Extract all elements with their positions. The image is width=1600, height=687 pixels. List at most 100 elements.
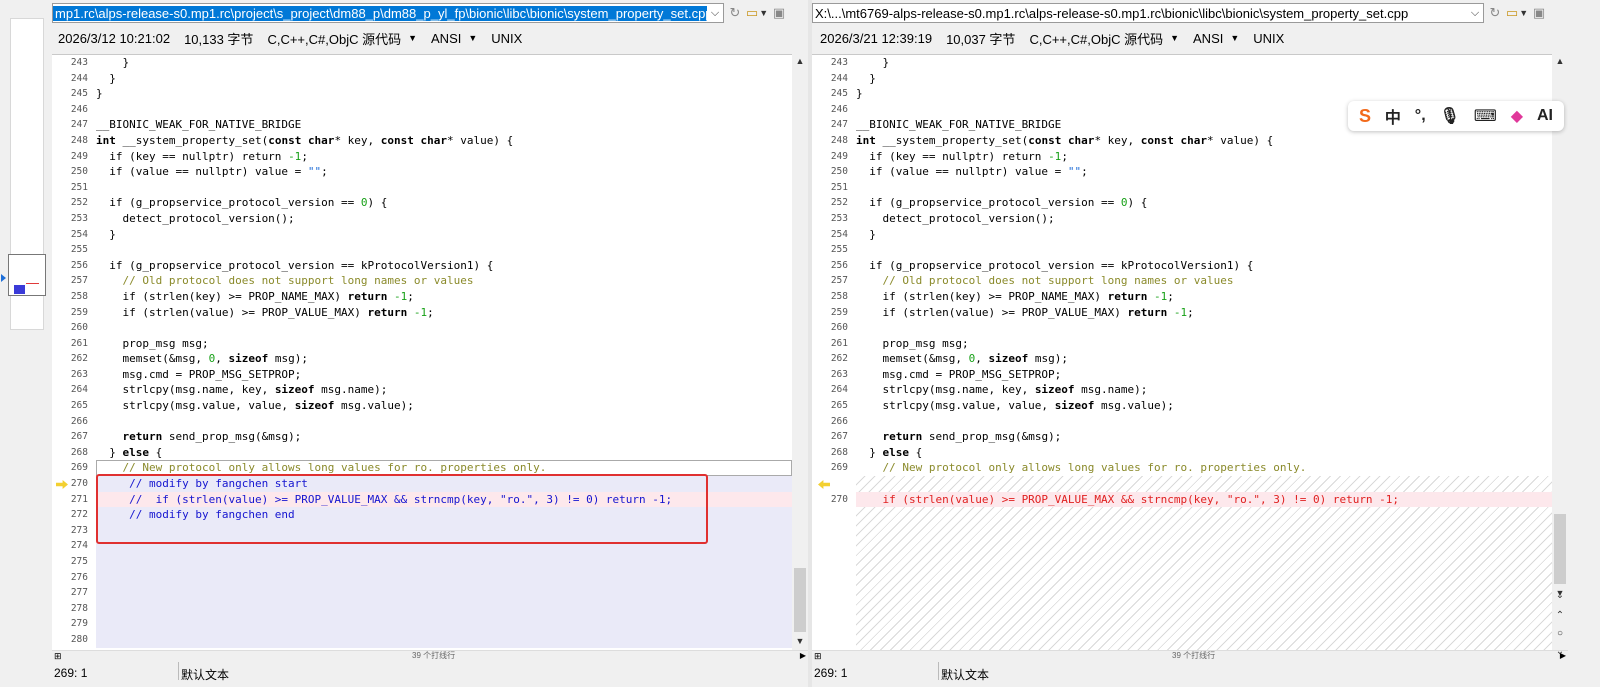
code-line: 244 }	[830, 71, 876, 85]
keyboard-icon[interactable]: ⌨	[1474, 106, 1497, 126]
code-line-current: 269 // New protocol only allows long val…	[71, 460, 792, 477]
chevron-down-icon[interactable]: ⌵	[1467, 7, 1483, 20]
code-line: 263 msg.cmd = PROP_MSG_SETPROP;	[830, 367, 1062, 381]
code-line: 261 prop_msg msg;	[70, 336, 209, 350]
code-line: 250 if (value == nullptr) value = "";	[70, 165, 328, 179]
right-path-bar: X:\...\mt6769-alps-release-s0.mp1.rc\alp…	[812, 2, 1550, 24]
right-horizontal-scrollbar[interactable]: ⊞ 39 个打线行 ▶	[812, 650, 1568, 661]
open-folder-icon[interactable]: ▭ ▼	[746, 3, 768, 23]
code-line: 259 if (strlen(value) >= PROP_VALUE_MAX)…	[830, 305, 1194, 319]
code-line: 245}	[70, 87, 103, 101]
save-icon[interactable]: ▣	[1528, 3, 1550, 23]
right-code-area[interactable]: 243 } 244 } 245} 246 247 __BIONIC_WEAK_FO…	[830, 55, 1552, 651]
left-horizontal-scrollbar[interactable]: ⊞ 39 个打线行 ▶	[52, 650, 808, 661]
overview-map[interactable]	[8, 18, 46, 330]
left-vertical-scrollbar[interactable]: ▲ ▼	[792, 54, 808, 650]
code-line: 259 if (strlen(value) >= PROP_VALUE_MAX)…	[70, 305, 434, 319]
scroll-down-icon[interactable]: ▼	[792, 636, 808, 646]
right-file-size: 10,037 字节	[946, 31, 1016, 47]
sogou-logo-icon[interactable]: S	[1359, 106, 1371, 127]
code-line: 252 if (g_propservice_protocol_version =…	[830, 196, 1148, 210]
code-line: 248 int __system_property_set(const char*…	[70, 133, 514, 147]
code-line: 264 strlcpy(msg.name, key, sizeof msg.na…	[830, 383, 1148, 397]
code-line: 269 // New protocol only allows long val…	[830, 461, 1307, 475]
code-line: 253 detect_protocol_version();	[70, 211, 295, 225]
chevron-down-icon[interactable]: ▼	[408, 33, 417, 43]
right-line-count-label: 39 个打线行	[1172, 651, 1216, 660]
right-file-date: 2026/3/21 12:39:19	[820, 30, 933, 46]
refresh-icon[interactable]: ↻	[1484, 3, 1506, 23]
code-line-diff-added: 270 // modify by fangchen start	[71, 476, 792, 492]
left-text-mode: 默认文本	[181, 668, 230, 682]
code-line: 262 memset(&msg, 0, sizeof msg);	[70, 352, 308, 366]
left-code-editor[interactable]: 243 } 244 } 245} 246 247 __BIONIC_WEAK_FO…	[52, 54, 792, 651]
skin-icon[interactable]: ◆	[1511, 106, 1523, 126]
ai-icon[interactable]: AI	[1537, 107, 1553, 125]
code-line: 262 memset(&msg, 0, sizeof msg);	[830, 352, 1068, 366]
overview-position-icon	[1, 274, 6, 282]
scroll-up-icon[interactable]: ▲	[792, 56, 808, 66]
code-line-diff-added: 274	[71, 538, 792, 554]
code-line: 267 return send_prop_msg(&msg);	[830, 430, 1062, 444]
chevron-down-icon[interactable]: ⌵	[707, 7, 723, 20]
microphone-icon[interactable]: 🎙	[1440, 106, 1460, 126]
save-icon[interactable]: ▣	[768, 3, 790, 23]
code-line: 250 if (value == nullptr) value = "";	[830, 165, 1088, 179]
code-line-diff-added: 273	[71, 522, 792, 539]
code-line: 251	[70, 181, 88, 193]
left-encoding-select[interactable]: ANSI	[431, 31, 461, 46]
left-pane: mp1.rc\alps-release-s0.mp1.rc\project\s_…	[52, 0, 808, 687]
left-path-bar: mp1.rc\alps-release-s0.mp1.rc\project\s_…	[52, 2, 790, 24]
code-line: 243 }	[830, 56, 890, 69]
code-line-diff-changed: 270 if (strlen(value) >= PROP_VALUE_MAX …	[831, 491, 1552, 508]
refresh-icon[interactable]: ↻	[724, 3, 746, 23]
scroll-thumb[interactable]	[794, 568, 806, 632]
code-line: 244 }	[70, 71, 116, 85]
code-line: 267 return send_prop_msg(&msg);	[70, 430, 302, 444]
code-line: 265 strlcpy(msg.value, value, sizeof msg…	[830, 399, 1174, 413]
right-path-input[interactable]: X:\...\mt6769-alps-release-s0.mp1.rc\alp…	[812, 3, 1484, 23]
overview-change-marker	[26, 283, 39, 284]
code-line-diff-added: 279	[71, 616, 792, 632]
left-language-select[interactable]: C,C++,C#,ObjC 源代码	[267, 29, 401, 48]
code-line: 247 __BIONIC_WEAK_FOR_NATIVE_BRIDGE	[70, 118, 302, 132]
code-line-diff-added: 277	[71, 585, 792, 601]
right-info-bar: 2026/3/21 12:39:19 10,037 字节 C,C++,C#,Ob…	[812, 28, 1284, 48]
code-line: 264 strlcpy(msg.name, key, sizeof msg.na…	[70, 383, 388, 397]
right-code-editor[interactable]: 243 } 244 } 245} 246 247 __BIONIC_WEAK_FO…	[812, 54, 1552, 651]
code-line: 257 // Old protocol does not support lon…	[830, 274, 1234, 288]
code-line: 256 if (g_propservice_protocol_version =…	[70, 258, 494, 272]
diff-overview[interactable]	[0, 0, 52, 687]
code-line: 258 if (strlen(key) >= PROP_NAME_MAX) re…	[70, 289, 414, 303]
left-path-input[interactable]: mp1.rc\alps-release-s0.mp1.rc\project\s_…	[52, 3, 724, 23]
left-eol-label[interactable]: UNIX	[491, 31, 522, 46]
overview-viewport-lens[interactable]	[8, 254, 46, 296]
code-line: 248 int __system_property_set(const char*…	[830, 133, 1274, 147]
code-line: 257 // Old protocol does not support lon…	[70, 274, 474, 288]
right-eol-label[interactable]: UNIX	[1253, 31, 1284, 46]
diff-missing-region	[856, 507, 1552, 651]
chevron-up-icon[interactable]: ⌃	[1552, 610, 1568, 621]
scroll-right-icon[interactable]: ▶	[800, 651, 806, 661]
circle-icon[interactable]: ○	[1552, 628, 1568, 639]
open-folder-icon[interactable]: ▭ ▼	[1506, 3, 1528, 23]
ime-chinese-toggle[interactable]: 中	[1385, 104, 1401, 128]
right-language-select[interactable]: C,C++,C#,ObjC 源代码	[1029, 29, 1163, 48]
left-cursor-position: 269: 1	[52, 662, 179, 680]
chevron-down-icon[interactable]: ▼	[1230, 33, 1239, 43]
expand-icon[interactable]: ⊞	[54, 651, 62, 661]
code-line: 263 msg.cmd = PROP_MSG_SETPROP;	[70, 367, 302, 381]
chevron-down-icon[interactable]: ⌄	[1552, 590, 1568, 601]
code-line: 268 } else {	[70, 445, 163, 459]
ime-toolbar: S 中 °, 🎙 ⌨ ◆ AI	[1348, 101, 1564, 131]
expand-icon[interactable]: ⊞	[814, 651, 822, 661]
code-line: 261 prop_msg msg;	[830, 336, 969, 350]
chevron-down-icon[interactable]: ▼	[1170, 33, 1179, 43]
chevron-down-icon[interactable]: ⌄	[1552, 646, 1568, 657]
code-line: 255	[830, 244, 848, 256]
left-code-area[interactable]: 243 } 244 } 245} 246 247 __BIONIC_WEAK_FO…	[70, 55, 792, 651]
left-line-count-label: 39 个打线行	[412, 651, 456, 660]
ime-punctuation-toggle[interactable]: °,	[1415, 107, 1426, 125]
chevron-down-icon[interactable]: ▼	[468, 33, 477, 43]
right-encoding-select[interactable]: ANSI	[1193, 31, 1223, 46]
